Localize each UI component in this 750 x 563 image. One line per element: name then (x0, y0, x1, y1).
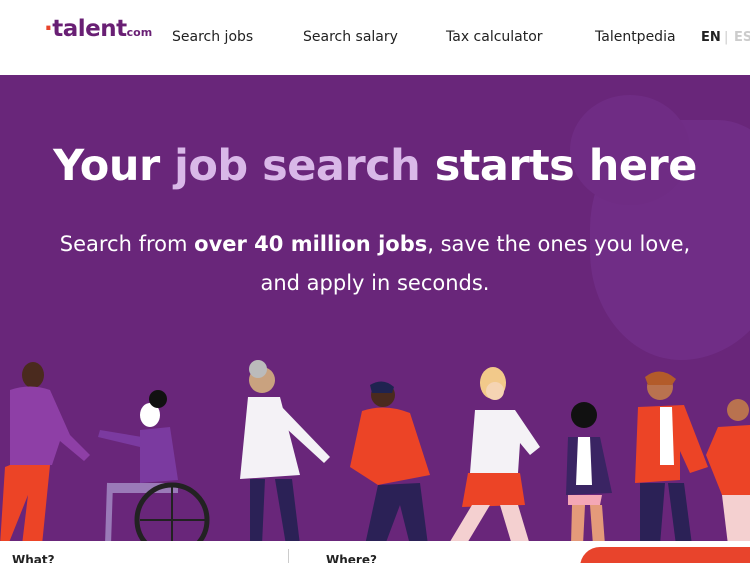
site-header: ·talentcom Search jobs Search salary Tax… (0, 0, 750, 75)
person-illustration (635, 371, 708, 545)
headline-highlight: job search (174, 141, 421, 191)
person-illustration (0, 362, 90, 545)
subtext-bold: over 40 million jobs (194, 232, 428, 256)
find-jobs-button[interactable] (580, 547, 750, 563)
language-en[interactable]: EN (701, 30, 721, 45)
person-illustration (240, 360, 330, 545)
hero-section: Your job search starts here Search from … (0, 75, 750, 545)
what-field-label[interactable]: What? (12, 553, 55, 563)
logo-suffix: com (126, 26, 153, 39)
logo-text: talent (52, 16, 127, 42)
person-illustration (98, 390, 210, 545)
logo-dot: · (44, 16, 53, 42)
language-es[interactable]: ES (734, 30, 750, 45)
hero-headline: Your job search starts here (53, 141, 697, 191)
language-separator: | (724, 30, 729, 45)
people-illustration (0, 360, 750, 545)
person-illustration (566, 402, 612, 545)
person-illustration (448, 367, 540, 545)
hero-subtext: Search from over 40 million jobs, save t… (59, 232, 691, 295)
person-illustration (350, 381, 430, 545)
nav-tax-calculator[interactable]: Tax calculator (446, 29, 543, 45)
person-illustration (706, 399, 750, 545)
nav-search-salary[interactable]: Search salary (303, 29, 398, 45)
search-divider (288, 549, 289, 563)
nav-search-jobs[interactable]: Search jobs (172, 29, 253, 45)
nav-talentpedia[interactable]: Talentpedia (595, 29, 676, 45)
talent-logo[interactable]: ·talentcom (44, 16, 152, 42)
job-search-bar: What? Where? (0, 541, 750, 563)
where-field-label[interactable]: Where? (326, 553, 377, 563)
